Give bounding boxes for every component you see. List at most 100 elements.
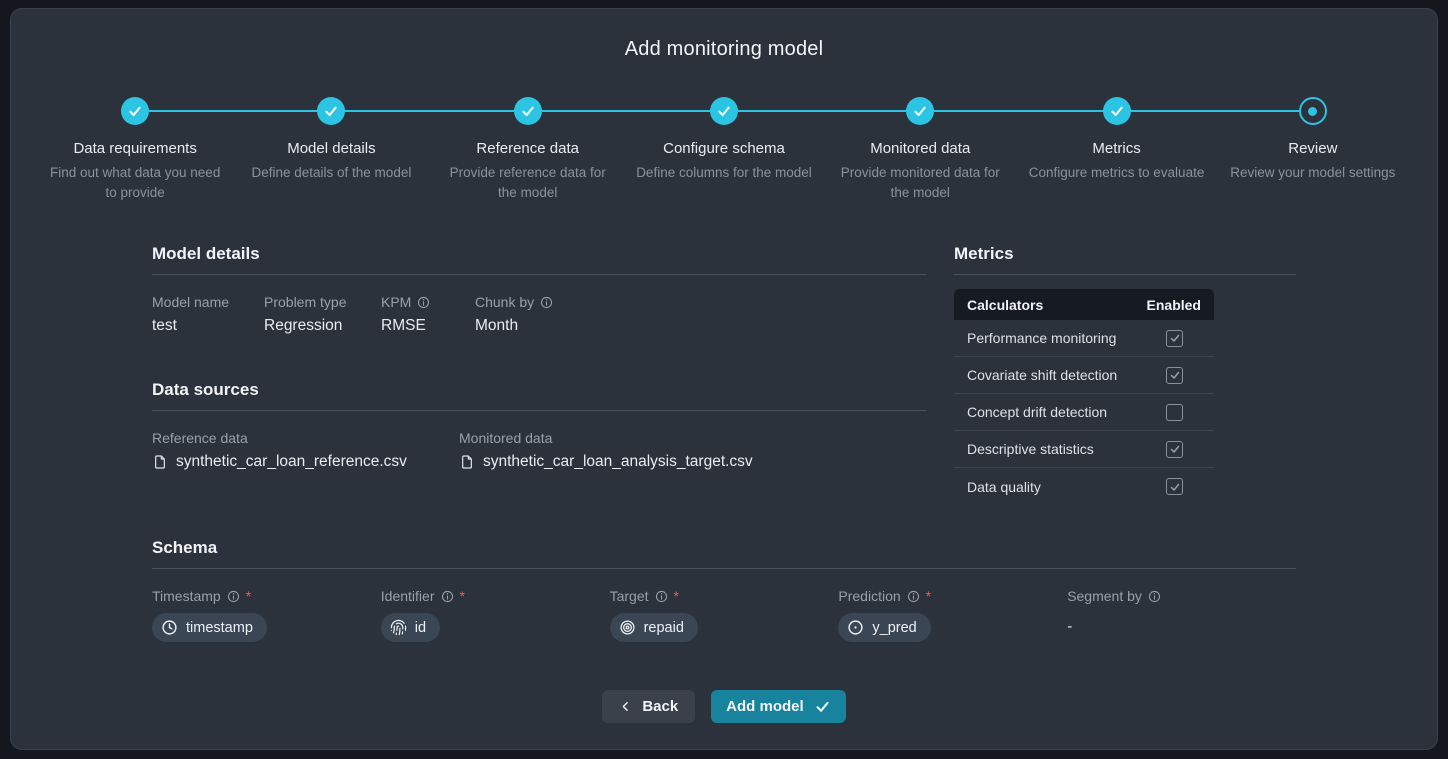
info-icon[interactable] [1148,590,1161,603]
step-configure-schema[interactable]: Configure schema Define columns for the … [626,97,822,202]
fingerprint-icon [390,619,407,636]
step-label: Metrics [1092,140,1140,157]
add-monitoring-model-dialog: Add monitoring model Data requirements F… [10,8,1438,750]
table-row: Descriptive statistics [954,431,1214,468]
field-label: Identifier [381,588,435,604]
file-name: synthetic_car_loan_analysis_target.csv [483,453,753,471]
table-row: Data quality [954,468,1214,505]
metric-label: Concept drift detection [967,404,1107,420]
step-description: Configure metrics to evaluate [1029,163,1205,183]
step-description: Review your model settings [1230,163,1395,183]
field-value: Month [475,317,553,335]
segment-by-value: - [1067,618,1296,635]
step-data-requirements[interactable]: Data requirements Find out what data you… [37,97,233,202]
step-description: Define columns for the model [636,163,812,183]
schema-section: Schema Timestamp* timestamp Identifier* … [152,538,1296,642]
field-value: RMSE [381,317,475,335]
dialog-footer: Back Add model [152,690,1296,723]
field-label: KPM [381,294,411,310]
metric-label: Descriptive statistics [967,441,1094,457]
data-quality-checkbox[interactable] [1166,478,1183,495]
field-value: test [152,317,264,335]
step-description: Find out what data you need to provide [47,163,223,202]
chip-value: id [415,620,426,636]
required-asterisk: * [460,588,465,604]
chip-value: y_pred [872,620,916,636]
field-label: Problem type [264,294,346,310]
table-row: Performance monitoring [954,320,1214,357]
step-label: Data requirements [73,140,196,157]
field-label: Target [610,588,649,604]
model-details-section: Model details Model name test Problem ty… [152,244,926,335]
required-asterisk: * [674,588,679,604]
performance-monitoring-checkbox[interactable] [1166,330,1183,347]
chip-value: timestamp [186,620,253,636]
metric-label: Performance monitoring [967,330,1116,346]
step-label: Model details [287,140,375,157]
chip-value: repaid [644,620,684,636]
info-icon[interactable] [907,590,920,603]
prediction-icon [847,619,864,636]
check-icon [814,698,831,715]
timestamp-chip: timestamp [152,613,267,642]
step-label: Reference data [476,140,579,157]
step-model-details[interactable]: Model details Define details of the mode… [233,97,429,202]
field-label: Model name [152,294,229,310]
field-kpm: KPM RMSE [381,294,475,335]
descriptive-statistics-checkbox[interactable] [1166,441,1183,458]
schema-heading: Schema [152,538,1296,569]
step-complete-icon [514,97,542,125]
table-row: Covariate shift detection [954,357,1214,394]
chevron-left-icon [619,700,632,713]
field-label: Segment by [1067,588,1142,604]
field-label: Prediction [838,588,900,604]
field-model-name: Model name test [152,294,264,335]
stepper: Data requirements Find out what data you… [37,97,1411,202]
table-row: Concept drift detection [954,394,1214,431]
clock-icon [161,619,178,636]
step-label: Monitored data [870,140,970,157]
target-chip: repaid [610,613,698,642]
step-complete-icon [710,97,738,125]
metrics-table-header: Calculators Enabled [954,289,1214,320]
page-title: Add monitoring model [11,38,1437,61]
covariate-shift-checkbox[interactable] [1166,367,1183,384]
info-icon[interactable] [227,590,240,603]
step-review[interactable]: Review Review your model settings [1215,97,1411,202]
field-reference-data: Reference data synthetic_car_loan_refere… [152,430,459,471]
add-model-button[interactable]: Add model [711,690,846,723]
data-sources-section: Data sources Reference data synthetic_ca… [152,380,926,471]
step-description: Provide reference data for the model [440,163,616,202]
field-label: Chunk by [475,294,534,310]
field-problem-type: Problem type Regression [264,294,381,335]
field-label: Monitored data [459,430,552,446]
step-complete-icon [121,97,149,125]
col-calculators: Calculators [967,297,1043,313]
step-complete-icon [1103,97,1131,125]
prediction-chip: y_pred [838,613,930,642]
field-prediction: Prediction* y_pred [838,588,1067,642]
file-name: synthetic_car_loan_reference.csv [176,453,407,471]
step-label: Configure schema [663,140,785,157]
field-segment-by: Segment by* - [1067,588,1296,642]
metric-label: Covariate shift detection [967,367,1117,383]
field-timestamp: Timestamp* timestamp [152,588,381,642]
step-complete-icon [317,97,345,125]
info-icon[interactable] [655,590,668,603]
step-reference-data[interactable]: Reference data Provide reference data fo… [430,97,626,202]
target-icon [619,619,636,636]
concept-drift-checkbox[interactable] [1166,404,1183,421]
back-button[interactable]: Back [602,690,695,723]
info-icon[interactable] [540,296,553,309]
add-model-button-label: Add model [726,698,804,715]
info-icon[interactable] [441,590,454,603]
col-enabled: Enabled [1147,297,1201,313]
step-metrics[interactable]: Metrics Configure metrics to evaluate [1018,97,1214,202]
step-monitored-data[interactable]: Monitored data Provide monitored data fo… [822,97,1018,202]
required-asterisk: * [246,588,251,604]
info-icon[interactable] [417,296,430,309]
field-monitored-data: Monitored data synthetic_car_loan_analys… [459,430,753,471]
back-button-label: Back [642,698,678,715]
data-sources-heading: Data sources [152,380,926,411]
metrics-section: Metrics Calculators Enabled Performance … [954,244,1296,505]
